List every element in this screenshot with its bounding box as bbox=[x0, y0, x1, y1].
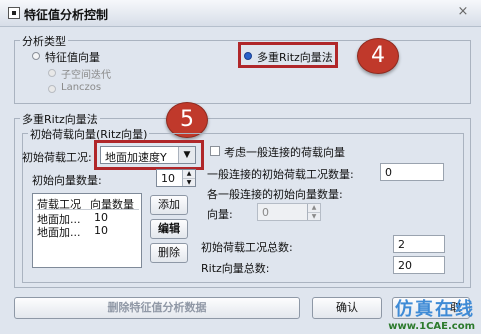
general-conn-count-label: 各一般连接的初始向量数量: bbox=[207, 188, 343, 201]
stepper-down-icon[interactable]: ▼ bbox=[308, 212, 320, 221]
edit-button[interactable]: 编辑 bbox=[150, 219, 188, 239]
watermark-title: 仿真在线 bbox=[395, 299, 475, 320]
stepper-up-icon[interactable]: ▲ bbox=[183, 170, 195, 178]
close-icon[interactable]: × bbox=[455, 4, 471, 20]
stepper-down-icon[interactable]: ▼ bbox=[183, 178, 195, 187]
delete-button[interactable]: 删除 bbox=[150, 243, 188, 263]
analysis-type-legend: 分析类型 bbox=[20, 33, 68, 49]
lanczos-label: Lanczos bbox=[61, 82, 102, 93]
ritz-highlight bbox=[238, 42, 338, 68]
stepper-up-icon[interactable]: ▲ bbox=[308, 204, 320, 212]
ritz-total-field: 20 bbox=[393, 256, 445, 274]
radio-subspace[interactable] bbox=[48, 69, 56, 77]
ritz-total-label: Ritz向量总数: bbox=[201, 262, 270, 275]
title-bar: 特征值分析控制 × bbox=[0, 0, 481, 27]
vector-stepper[interactable]: 0 ▲ ▼ bbox=[257, 203, 321, 221]
general-conn-initial-label: 一般连接的初始荷载工况数量: bbox=[207, 168, 354, 181]
vector-label: 向量: bbox=[207, 208, 233, 221]
load-case-label: 初始荷载工况: bbox=[22, 151, 92, 164]
eigen-vector-label: 特征值向量 bbox=[45, 51, 100, 64]
load-case-highlight bbox=[94, 140, 204, 170]
list-row-1-count: 10 bbox=[94, 211, 108, 224]
window-title: 特征值分析控制 bbox=[24, 8, 109, 22]
total-cases-field: 2 bbox=[393, 235, 445, 253]
initial-count-label: 初始向量数量: bbox=[32, 174, 102, 187]
ritz-legend: 多重Ritz向量法 bbox=[20, 111, 100, 127]
watermark-url: www.1CAE.com bbox=[388, 321, 475, 332]
radio-eigen-vector[interactable] bbox=[32, 52, 40, 60]
general-conn-check-label: 考虑一般连接的荷载向量 bbox=[224, 146, 345, 159]
load-vector-list[interactable]: 荷载工况 向量数量 地面加... 10 地面加... 10 bbox=[32, 193, 142, 268]
add-button[interactable]: 添加 bbox=[150, 195, 188, 215]
initial-count-value: 10 bbox=[161, 172, 175, 185]
watermark: 仿真在线 www.1CAE.com bbox=[388, 295, 475, 332]
general-conn-checkbox[interactable] bbox=[210, 146, 220, 156]
list-row-2-case[interactable]: 地面加... bbox=[37, 224, 81, 240]
initial-count-stepper[interactable]: 10 ▲ ▼ bbox=[156, 169, 196, 187]
total-cases-label: 初始荷载工况总数: bbox=[201, 241, 293, 254]
window-icon bbox=[8, 7, 20, 19]
radio-lanczos[interactable] bbox=[48, 85, 56, 93]
ok-button[interactable]: 确认 bbox=[312, 297, 382, 319]
general-conn-initial-field: 0 bbox=[380, 163, 444, 181]
list-row-2-count: 10 bbox=[94, 224, 108, 237]
subspace-label: 子空间迭代 bbox=[61, 70, 111, 81]
delete-eigen-data-button[interactable]: 删除特征值分析数据 bbox=[14, 297, 300, 319]
step-4-badge: 4 bbox=[357, 38, 399, 74]
